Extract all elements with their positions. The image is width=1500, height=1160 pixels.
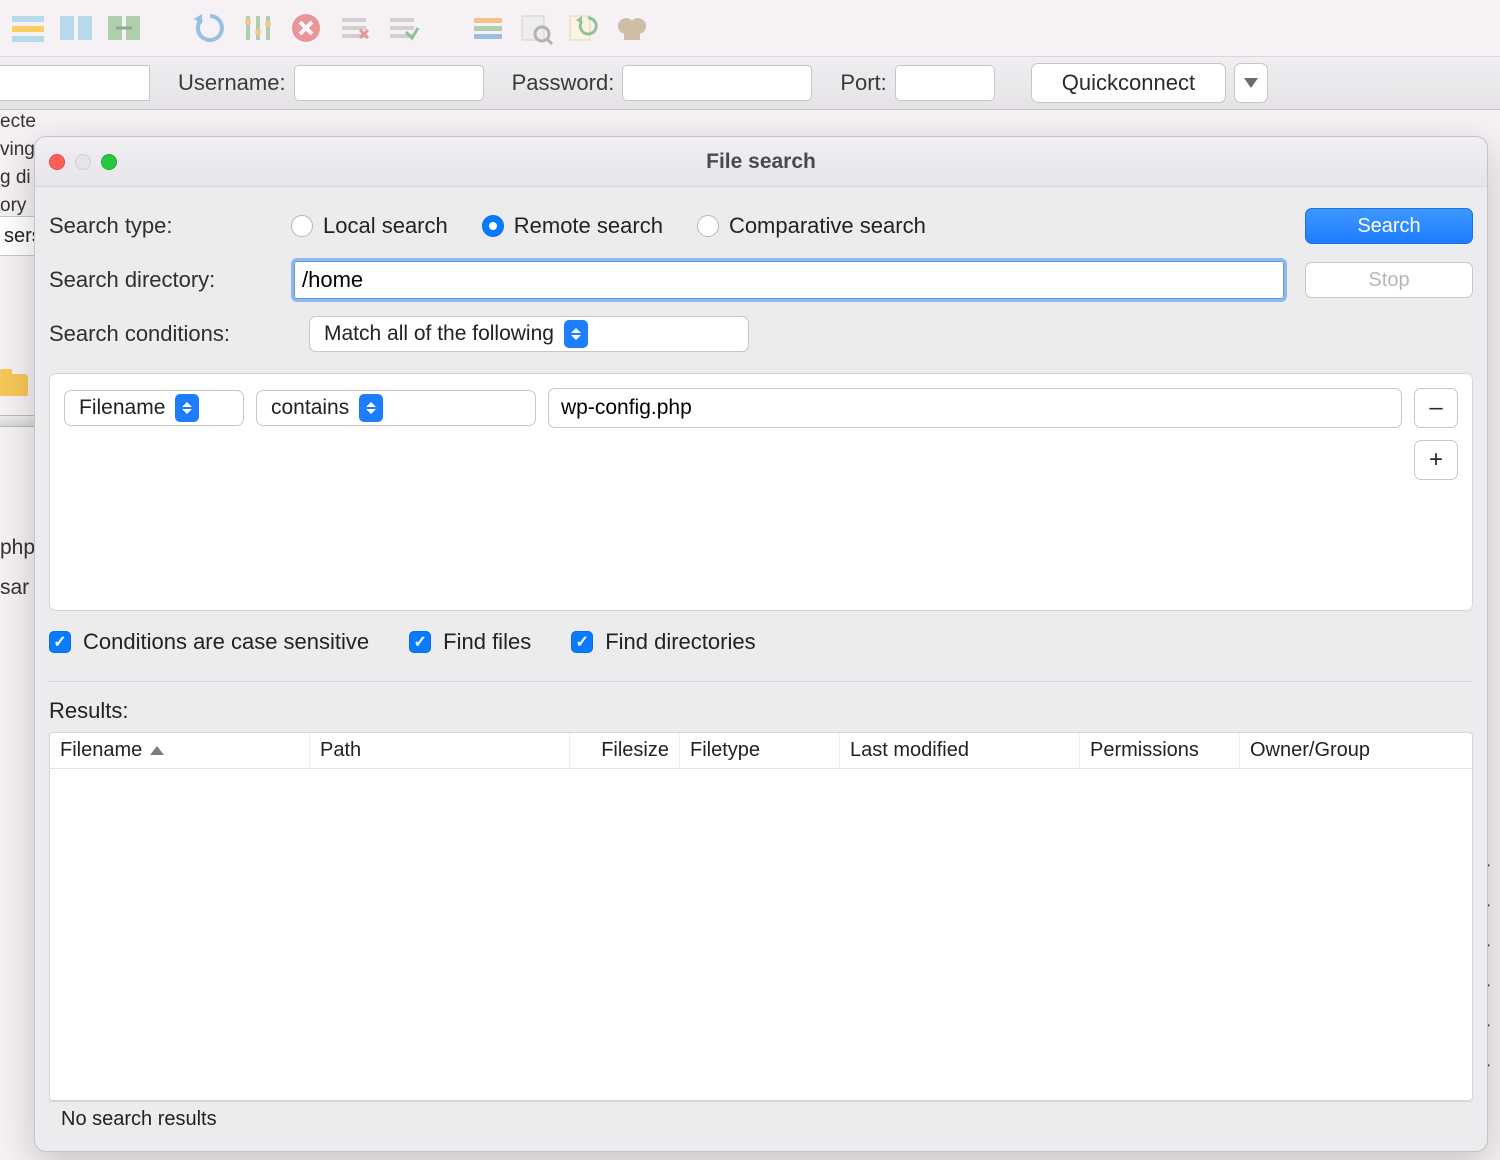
col-filetype[interactable]: Filetype bbox=[680, 733, 840, 768]
zoom-icon[interactable] bbox=[101, 154, 117, 170]
select-stepper-icon bbox=[564, 320, 588, 348]
match-mode-select[interactable]: Match all of the following bbox=[309, 316, 749, 352]
file-search-dialog: File search Search type: Local search Re… bbox=[34, 136, 1488, 1152]
check-find-directories[interactable]: ✓ Find directories bbox=[571, 629, 755, 655]
find-icon[interactable] bbox=[612, 8, 652, 48]
radio-local-search[interactable]: Local search bbox=[291, 213, 448, 239]
col-ownergroup[interactable]: Owner/Group bbox=[1240, 733, 1472, 768]
divider bbox=[49, 681, 1473, 682]
host-input[interactable] bbox=[0, 65, 150, 101]
password-label: Password: bbox=[512, 70, 615, 96]
checkbox-icon: ✓ bbox=[409, 631, 431, 653]
username-label: Username: bbox=[178, 70, 286, 96]
split-view-icon[interactable] bbox=[56, 8, 96, 48]
filter-icon[interactable] bbox=[238, 8, 278, 48]
col-lastmodified[interactable]: Last modified bbox=[840, 733, 1080, 768]
check-case-sensitive[interactable]: ✓ Conditions are case sensitive bbox=[49, 629, 369, 655]
sync-browse-icon[interactable] bbox=[104, 8, 144, 48]
reconnect-icon[interactable] bbox=[382, 8, 422, 48]
radio-comparative-label: Comparative search bbox=[729, 213, 926, 239]
cancel-icon[interactable] bbox=[286, 8, 326, 48]
checkbox-icon: ✓ bbox=[571, 631, 593, 653]
results-label: Results: bbox=[49, 698, 1473, 724]
quickconnect-button[interactable]: Quickconnect bbox=[1031, 63, 1226, 103]
select-stepper-icon bbox=[175, 394, 199, 422]
results-table: Filename Path Filesize Filetype Last mod… bbox=[49, 732, 1473, 1101]
minimize-icon[interactable] bbox=[75, 154, 91, 170]
condition-value-input[interactable] bbox=[548, 388, 1402, 428]
refresh-icon[interactable] bbox=[190, 8, 230, 48]
search-conditions-label: Search conditions: bbox=[49, 321, 309, 347]
radio-remote-label: Remote search bbox=[514, 213, 663, 239]
results-header[interactable]: Filename Path Filesize Filetype Last mod… bbox=[50, 733, 1472, 769]
close-icon[interactable] bbox=[49, 154, 65, 170]
col-permissions[interactable]: Permissions bbox=[1080, 733, 1240, 768]
status-bar: No search results bbox=[49, 1101, 1473, 1137]
status-text: No search results bbox=[61, 1108, 217, 1131]
select-stepper-icon bbox=[359, 394, 383, 422]
bg-folder-icon bbox=[0, 374, 34, 404]
condition-row: Filename contains – bbox=[64, 388, 1458, 428]
port-label: Port: bbox=[840, 70, 886, 96]
results-body[interactable] bbox=[50, 769, 1472, 1100]
radio-remote-search[interactable]: Remote search bbox=[482, 213, 663, 239]
col-filename[interactable]: Filename bbox=[50, 733, 310, 768]
search-button[interactable]: Search bbox=[1305, 208, 1473, 244]
check-find-files[interactable]: ✓ Find files bbox=[409, 629, 531, 655]
dialog-titlebar[interactable]: File search bbox=[35, 137, 1487, 187]
compare-icon[interactable] bbox=[564, 8, 604, 48]
connection-bar: Username: Password: Port: Quickconnect bbox=[0, 56, 1500, 110]
conditions-panel: Filename contains – + bbox=[49, 373, 1473, 611]
remove-condition-button[interactable]: – bbox=[1414, 388, 1458, 428]
radio-local-label: Local search bbox=[323, 213, 448, 239]
search-directory-label: Search directory: bbox=[49, 267, 291, 293]
quickconnect-dropdown[interactable] bbox=[1234, 63, 1268, 103]
condition-field-select[interactable]: Filename bbox=[64, 390, 244, 426]
queue-icon[interactable] bbox=[468, 8, 508, 48]
username-input[interactable] bbox=[294, 65, 484, 101]
dialog-title: File search bbox=[35, 150, 1487, 174]
condition-operator-select[interactable]: contains bbox=[256, 390, 536, 426]
search-directory-input[interactable] bbox=[302, 267, 1276, 293]
password-input[interactable] bbox=[622, 65, 812, 101]
checkbox-icon: ✓ bbox=[49, 631, 71, 653]
add-condition-button[interactable]: + bbox=[1414, 440, 1458, 480]
match-mode-value: Match all of the following bbox=[324, 322, 554, 346]
radio-comparative-search[interactable]: Comparative search bbox=[697, 213, 926, 239]
port-input[interactable] bbox=[895, 65, 995, 101]
search-directory-field[interactable] bbox=[291, 258, 1287, 302]
stop-button[interactable]: Stop bbox=[1305, 262, 1473, 298]
main-toolbar bbox=[0, 0, 1500, 56]
search-type-label: Search type: bbox=[49, 213, 291, 239]
col-filesize[interactable]: Filesize bbox=[570, 733, 680, 768]
col-path[interactable]: Path bbox=[310, 733, 570, 768]
sitemanager-icon[interactable] bbox=[8, 8, 48, 48]
search-log-icon[interactable] bbox=[516, 8, 556, 48]
bg-splitter[interactable] bbox=[0, 415, 36, 427]
bg-left-entries: php sar bbox=[0, 528, 36, 608]
disconnect-icon[interactable] bbox=[334, 8, 374, 48]
bg-local-path-fragment: sers bbox=[0, 216, 38, 256]
